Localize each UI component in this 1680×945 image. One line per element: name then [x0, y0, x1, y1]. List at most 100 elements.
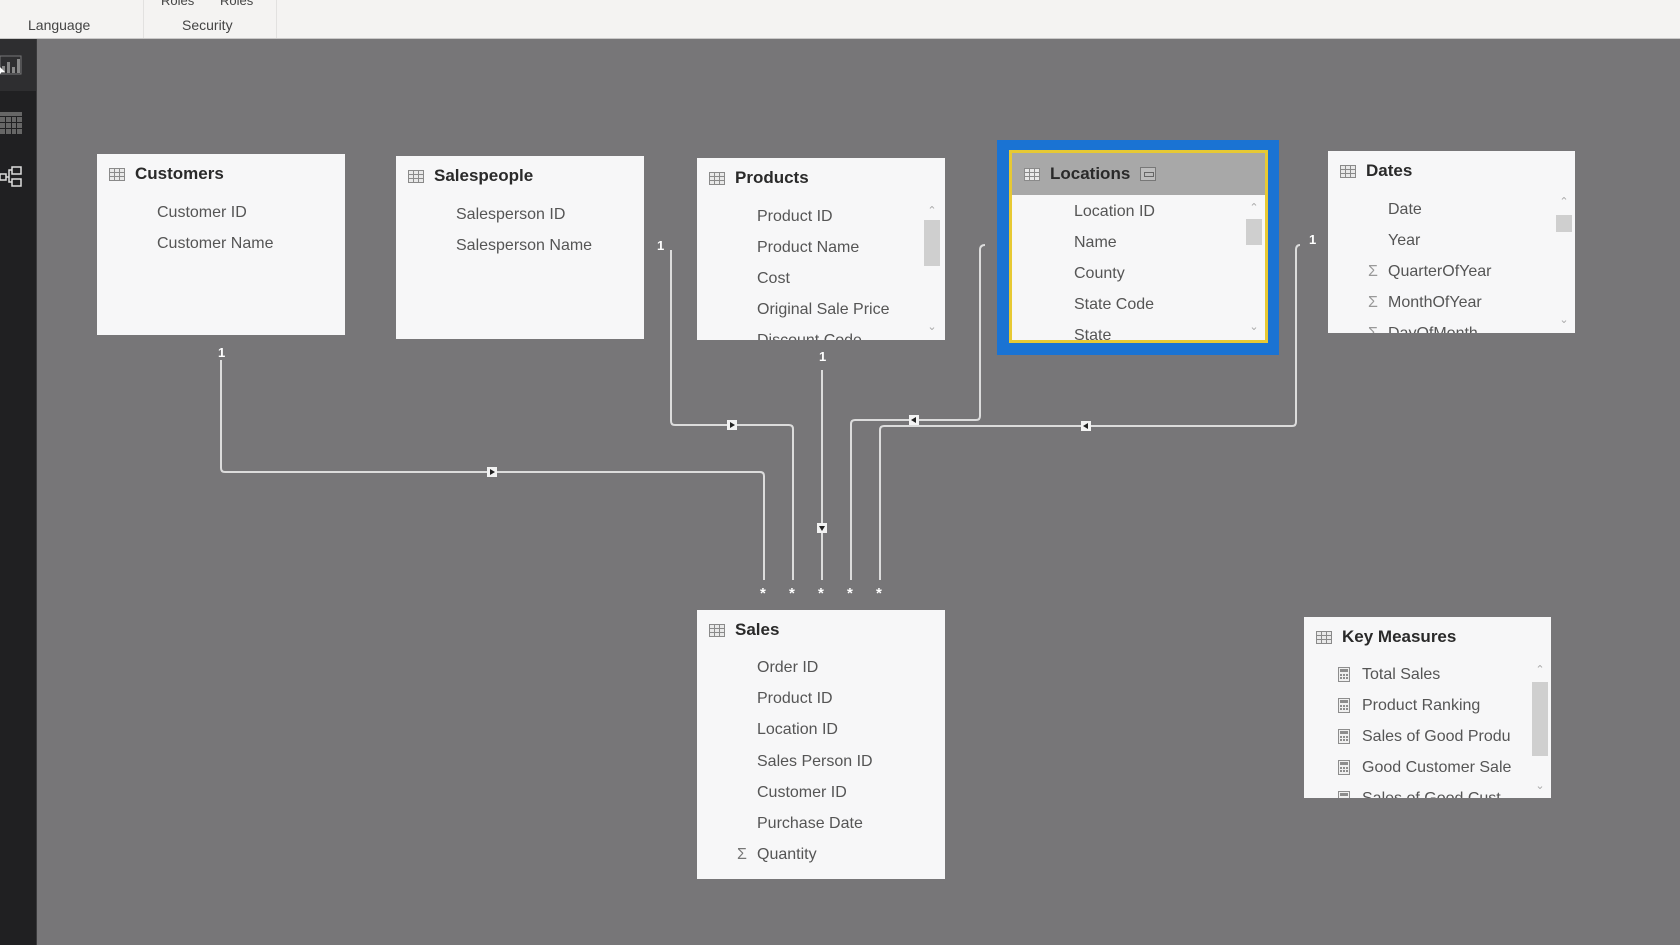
measure-item[interactable]: Sales of Good Cust	[1338, 784, 1501, 798]
cardinality-many-label: *	[818, 585, 824, 602]
scroll-thumb[interactable]	[1556, 215, 1572, 232]
field-item[interactable]: Discount Code	[757, 326, 862, 340]
selection-inner-border	[1009, 150, 1268, 343]
field-list: Order ID Product ID Location ID Sales Pe…	[697, 650, 945, 879]
table-card-key-measures[interactable]: Key Measures Total Sales Product Ranking…	[1304, 617, 1551, 798]
cardinality-one-label: 1	[819, 349, 827, 364]
ribbon-group-label: Security	[182, 17, 233, 33]
table-icon	[1316, 630, 1332, 644]
measure-label: Good Customer Sale	[1362, 759, 1512, 776]
field-item[interactable]: Sales Person ID	[757, 747, 873, 777]
sigma-icon: Σ	[1368, 263, 1378, 280]
field-item[interactable]: ΣDayOfMonth	[1368, 319, 1478, 333]
field-list: Product ID Product Name Cost Original Sa…	[697, 198, 945, 340]
table-title: Key Measures	[1342, 627, 1457, 646]
field-list-scrollbar[interactable]: ⌃ ⌄	[1555, 195, 1573, 327]
field-item[interactable]: Original Sale Price	[757, 295, 890, 325]
filter-direction-marker	[1081, 421, 1091, 431]
measure-item[interactable]: Good Customer Sale	[1338, 753, 1512, 783]
table-title: Products	[735, 168, 809, 187]
scroll-down-icon[interactable]: ⌄	[1531, 779, 1549, 793]
table-card-dates[interactable]: Dates Date Year Σ QuarterOfYear Σ MonthOfY…	[1328, 151, 1575, 333]
scroll-up-icon[interactable]: ⌃	[1555, 195, 1573, 209]
field-item[interactable]: Σ QuarterOfYear	[1368, 257, 1492, 287]
bar-chart-icon	[0, 55, 22, 75]
relationships-view-button[interactable]	[0, 151, 36, 203]
field-label: DayOfMonth	[1388, 325, 1478, 333]
scroll-down-icon[interactable]: ⌄	[923, 320, 941, 334]
calculator-icon	[1338, 791, 1350, 798]
scroll-thumb[interactable]	[924, 220, 940, 266]
filter-direction-marker	[909, 415, 919, 425]
field-item[interactable]: Location ID	[757, 715, 838, 745]
field-item[interactable]: Product ID	[757, 202, 833, 232]
scroll-down-icon[interactable]: ⌄	[1555, 313, 1573, 327]
scroll-up-icon[interactable]: ⌃	[923, 204, 941, 218]
table-header[interactable]: Customers	[97, 154, 345, 194]
calculator-icon	[1338, 667, 1350, 682]
table-icon	[408, 169, 424, 183]
measure-item[interactable]: Total Sales	[1338, 660, 1441, 690]
field-list: Customer ID Customer Name	[97, 194, 345, 335]
table-grid-icon	[0, 112, 22, 134]
field-label: Quantity	[757, 846, 817, 863]
field-list-scrollbar[interactable]: ⌃ ⌄	[1531, 663, 1549, 793]
table-icon	[709, 623, 725, 637]
table-card-customers[interactable]: Customers Customer ID Customer Name	[97, 154, 345, 335]
table-header[interactable]: Products	[697, 158, 945, 198]
table-card-sales[interactable]: Sales Order ID Product ID Location ID Sa…	[697, 610, 945, 879]
field-item[interactable]: Salesperson Name	[456, 231, 592, 261]
calculator-icon	[1338, 760, 1350, 775]
field-item[interactable]: Cost	[757, 264, 790, 294]
filter-direction-marker	[487, 467, 497, 477]
cardinality-one-label: 1	[218, 345, 226, 360]
table-header[interactable]: Sales	[697, 610, 945, 650]
table-icon	[1340, 164, 1356, 178]
measure-label: Total Sales	[1362, 666, 1441, 683]
field-item[interactable]: Salesperson ID	[456, 200, 565, 230]
table-card-products[interactable]: Products Product ID Product Name Cost Or…	[697, 158, 945, 340]
measure-item[interactable]: Product Ranking	[1338, 691, 1481, 721]
field-item[interactable]: Purchase Date	[757, 809, 863, 839]
field-item[interactable]: Customer ID	[757, 778, 847, 808]
filter-direction-marker	[817, 523, 827, 533]
measure-label: Sales of Good Cust	[1362, 790, 1501, 798]
field-item[interactable]: Year	[1388, 226, 1420, 256]
field-list-scrollbar[interactable]: ⌃ ⌄	[923, 204, 941, 334]
cardinality-one-label: 1	[1309, 232, 1317, 247]
measure-label: Product Ranking	[1362, 697, 1481, 714]
measure-item[interactable]: Sales of Good Produ	[1338, 722, 1511, 752]
cardinality-many-label: *	[876, 585, 882, 602]
scroll-up-icon[interactable]: ⌃	[1531, 663, 1549, 677]
ribbon-separator	[276, 0, 277, 38]
calculator-icon	[1338, 698, 1350, 713]
table-icon	[109, 167, 125, 181]
field-item[interactable]: Product ID	[757, 684, 833, 714]
field-item[interactable]: Customer Name	[157, 229, 273, 259]
field-item[interactable]: Σ MonthOfYear	[1368, 288, 1482, 318]
ribbon: Language Roles Roles Security	[0, 0, 1680, 39]
table-header[interactable]: Salespeople	[396, 156, 644, 196]
table-title: Sales	[735, 620, 780, 639]
view-as-roles-button[interactable]: Roles	[220, 0, 253, 8]
data-view-button[interactable]	[0, 97, 36, 149]
field-item[interactable]: Customer ID	[157, 198, 247, 228]
field-list: Total Sales Product Ranking Sales of Goo…	[1304, 657, 1551, 798]
scroll-thumb[interactable]	[1532, 682, 1548, 756]
ribbon-group-label: Language	[28, 17, 91, 33]
table-title: Customers	[135, 164, 224, 183]
cardinality-many-label: *	[760, 585, 766, 602]
field-item[interactable]: Product Name	[757, 233, 859, 263]
manage-roles-button[interactable]: Roles	[161, 0, 194, 8]
sigma-icon: Σ	[737, 846, 747, 863]
field-item[interactable]: Σ Quantity	[737, 840, 817, 870]
table-header[interactable]: Key Measures	[1304, 617, 1551, 657]
cardinality-one-label: 1	[657, 238, 665, 253]
table-header[interactable]: Dates	[1328, 151, 1575, 191]
field-item[interactable]: Date	[1388, 195, 1422, 225]
relationship-diagram-icon	[0, 166, 22, 187]
report-view-button[interactable]	[0, 39, 36, 91]
table-card-salespeople[interactable]: Salespeople Salesperson ID Salesperson N…	[396, 156, 644, 339]
field-label: QuarterOfYear	[1388, 263, 1492, 280]
field-item[interactable]: Order ID	[757, 653, 818, 683]
